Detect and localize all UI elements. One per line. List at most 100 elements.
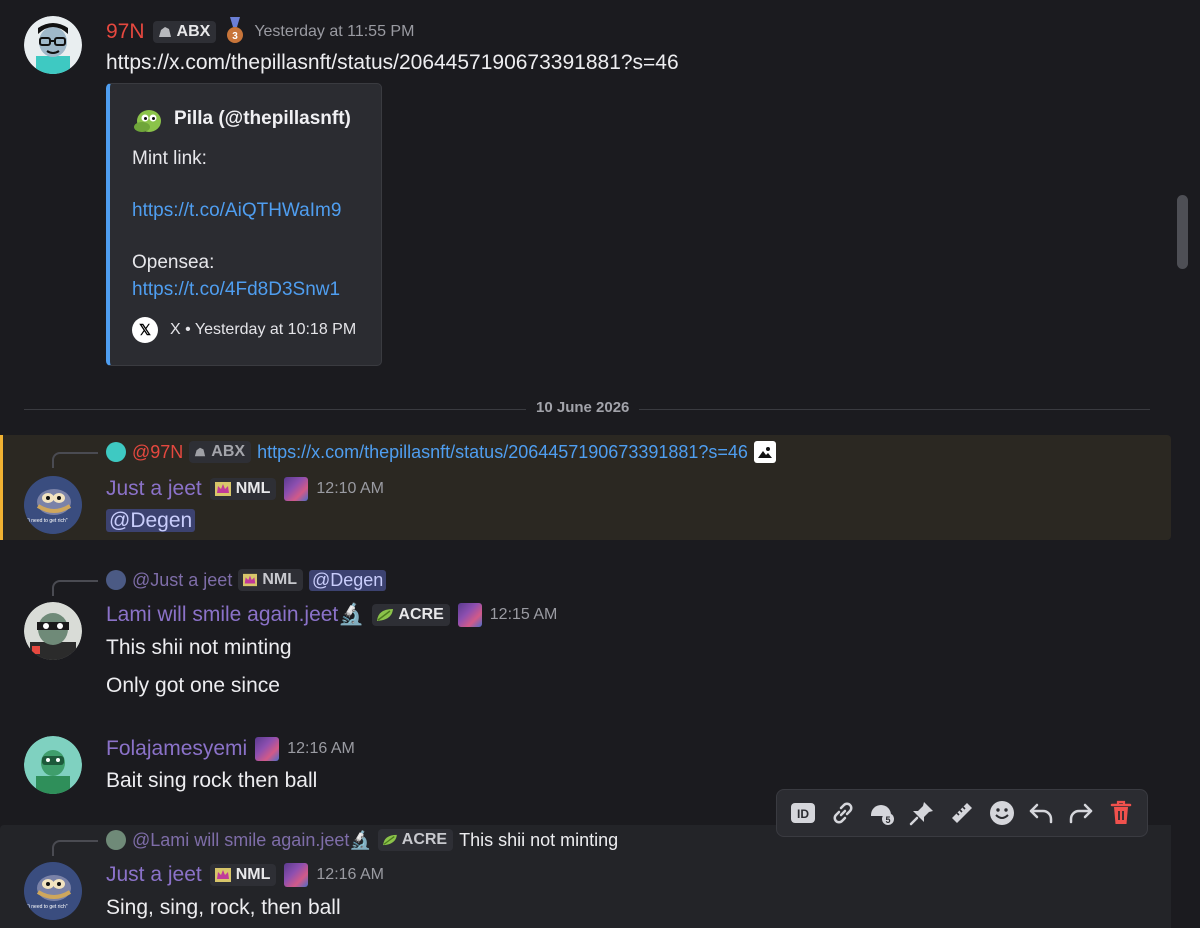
timestamp: 12:16 AM — [316, 866, 384, 883]
username[interactable]: Folajamesyemi — [106, 737, 247, 761]
emoji-icon — [989, 801, 1014, 825]
crown-icon — [214, 868, 231, 882]
svg-text:ID: ID — [797, 807, 809, 821]
reply-button[interactable] — [1025, 797, 1057, 829]
avatar-just-a-jeet[interactable]: "i need to get rich" — [24, 476, 82, 534]
reply-guild-tag: ABX — [189, 441, 252, 463]
guild-tag[interactable]: NML — [209, 478, 277, 500]
avatar-caption: "i need to get rich" — [27, 518, 68, 524]
timestamp: 12:16 AM — [287, 740, 355, 757]
reply-username[interactable]: @Just a jeet — [132, 570, 232, 591]
x-logo-icon: 𝕏 — [132, 317, 158, 343]
username[interactable]: Just a jeet — [106, 477, 202, 501]
embed-author-name: Pilla (@thepillasnft) — [174, 108, 351, 129]
medal-icon[interactable]: 3 — [224, 17, 246, 45]
mark-button[interactable] — [946, 797, 978, 829]
embed-line-2: Opensea: — [132, 252, 215, 273]
embed-line-1: Mint link: — [132, 148, 207, 169]
avatar-lami[interactable] — [24, 602, 82, 660]
reply-spine — [52, 840, 98, 856]
delete-button[interactable] — [1105, 797, 1137, 829]
guild-tag[interactable]: ABX — [152, 21, 217, 43]
timestamp: 12:10 AM — [316, 480, 384, 497]
thread-icon: 5 — [871, 805, 895, 825]
crown-icon — [214, 482, 231, 496]
embed-footer: 𝕏 X • Yesterday at 10:18 PM — [132, 317, 356, 343]
username[interactable]: 97N — [106, 20, 145, 44]
svg-text:3: 3 — [233, 31, 239, 42]
username[interactable]: Lami will smile again.jeet🔬 — [106, 603, 364, 627]
role-mention[interactable]: @Degen — [106, 509, 196, 532]
link-embed: Pilla (@thepillasnft) Mint link: https:/… — [106, 83, 382, 366]
message-content: Bait sing rock then ball — [106, 769, 318, 792]
reply-avatar — [106, 442, 126, 462]
scrollbar-thumb[interactable] — [1177, 195, 1188, 269]
rock-icon — [195, 447, 206, 457]
message-header: 97N ABX 3 Yesterday at 11:55 PM — [106, 17, 415, 45]
trash-icon — [1110, 800, 1132, 824]
pilla-avatar-icon — [134, 110, 161, 132]
message-header: Just a jeet NML 12:10 AM — [106, 477, 384, 501]
reply-guild-tag: NML — [238, 569, 303, 591]
reply-preview[interactable]: @Lami will smile again.jeet🔬 ACRE This s… — [106, 829, 618, 851]
avatar-caption: "i need to get rich" — [27, 904, 68, 910]
embed-author[interactable]: Pilla (@thepillasnft) — [132, 104, 351, 134]
reply-preview[interactable]: @Just a jeet NML @Degen — [106, 569, 387, 591]
crown-icon — [243, 573, 258, 587]
copy-link-button[interactable] — [827, 797, 859, 829]
pin-icon — [909, 802, 934, 826]
embed-link-2[interactable]: https://t.co/4Fd8D3Snw1 — [132, 279, 340, 301]
image-icon — [753, 441, 776, 463]
embed-link-1[interactable]: https://t.co/AiQTHWaIm9 — [132, 200, 341, 222]
message-actions-toolbar: ID 5 — [776, 789, 1148, 837]
reply-username[interactable]: @97N — [132, 442, 183, 463]
pixel-art-icon[interactable] — [457, 603, 482, 627]
reply-spine — [52, 452, 98, 468]
pixel-art-icon[interactable] — [284, 863, 309, 887]
date-divider-label: 10 June 2026 — [526, 399, 640, 416]
reply-icon — [1030, 803, 1053, 824]
forward-icon — [1069, 803, 1093, 824]
thread-reply-button[interactable]: 5 — [866, 797, 898, 829]
forward-button[interactable] — [1065, 797, 1097, 829]
avatar-97n[interactable] — [24, 16, 82, 74]
pixel-art-icon[interactable] — [284, 477, 309, 501]
reply-text[interactable]: This shii not minting — [459, 830, 618, 851]
svg-text:5: 5 — [886, 815, 891, 825]
timestamp: 12:15 AM — [489, 606, 558, 623]
timestamp: Yesterday at 11:55 PM — [254, 23, 415, 40]
reply-text[interactable]: https://x.com/thepillasnft/status/206445… — [257, 442, 748, 463]
reply-preview[interactable]: @97N ABX https://x.com/thepillasnft/stat… — [106, 441, 776, 463]
rock-icon — [158, 27, 171, 37]
guild-tag[interactable]: ACRE — [372, 604, 450, 626]
username[interactable]: Just a jeet — [106, 863, 202, 887]
add-reaction-button[interactable] — [986, 797, 1018, 829]
avatar-just-a-jeet[interactable]: "i need to get rich" — [24, 862, 82, 920]
reply-mention[interactable]: @Degen — [308, 569, 387, 591]
message-header: Folajamesyemi 12:16 AM — [106, 737, 355, 761]
message-header: Lami will smile again.jeet🔬 ACRE 12:15 A… — [106, 603, 557, 627]
message-content: Only got one since — [106, 674, 280, 697]
message-content: Sing, sing, rock, then ball — [106, 896, 341, 919]
leaf-icon — [382, 834, 397, 846]
link-icon — [833, 802, 853, 824]
message-header: Just a jeet NML 12:16 AM — [106, 863, 384, 887]
reply-username[interactable]: @Lami will smile again.jeet🔬 — [132, 830, 372, 851]
copy-id-button[interactable]: ID — [787, 797, 819, 829]
guild-tag-label: ABX — [176, 23, 211, 40]
pixel-art-icon[interactable] — [255, 737, 280, 761]
avatar-folajamesyemi[interactable] — [24, 736, 82, 794]
guild-tag[interactable]: NML — [209, 864, 277, 886]
reply-guild-tag: ACRE — [377, 829, 454, 851]
leaf-icon — [377, 609, 394, 621]
pin-button[interactable] — [906, 797, 938, 829]
message-link[interactable]: https://x.com/thepillasnft/status/206445… — [106, 51, 679, 75]
message-content: @Degen — [106, 509, 196, 533]
reply-avatar — [106, 570, 126, 590]
ruler-icon — [951, 803, 972, 823]
reply-avatar — [106, 830, 126, 850]
scrollbar-track — [1176, 0, 1190, 928]
reply-spine — [52, 580, 98, 596]
message-content: This shii not minting — [106, 636, 292, 659]
embed-footer-text: X • Yesterday at 10:18 PM — [170, 321, 357, 338]
